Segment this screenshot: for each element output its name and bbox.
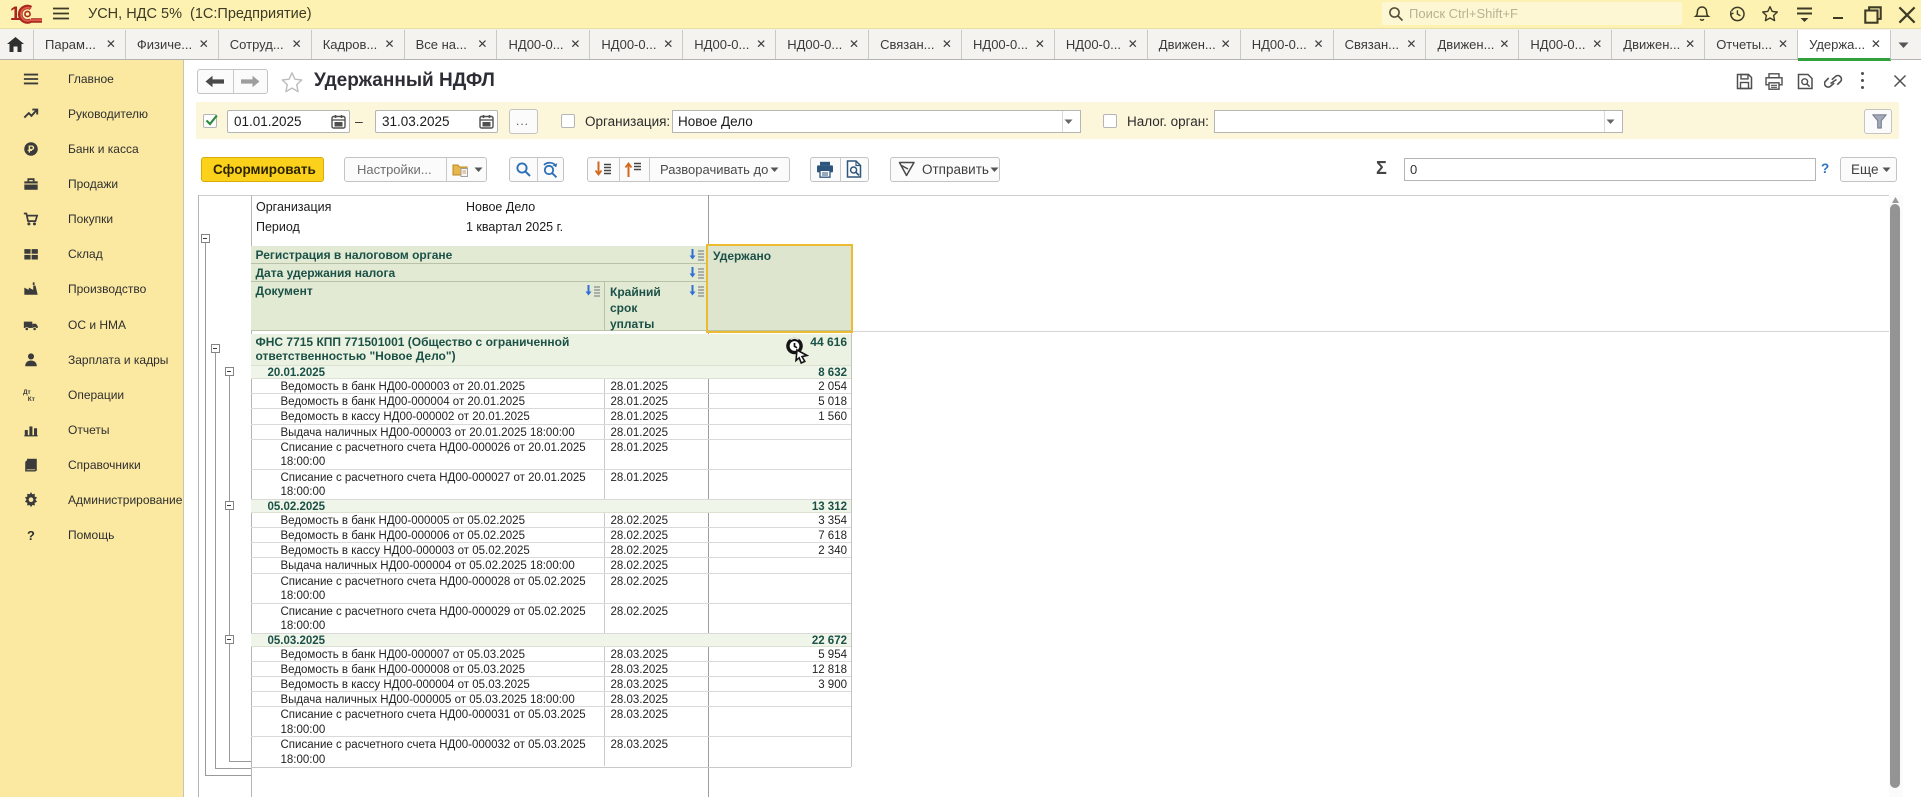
svg-text:?: ? xyxy=(27,528,35,543)
svg-text:Кт: Кт xyxy=(28,396,35,403)
svg-text:Дт: Дт xyxy=(23,389,31,396)
